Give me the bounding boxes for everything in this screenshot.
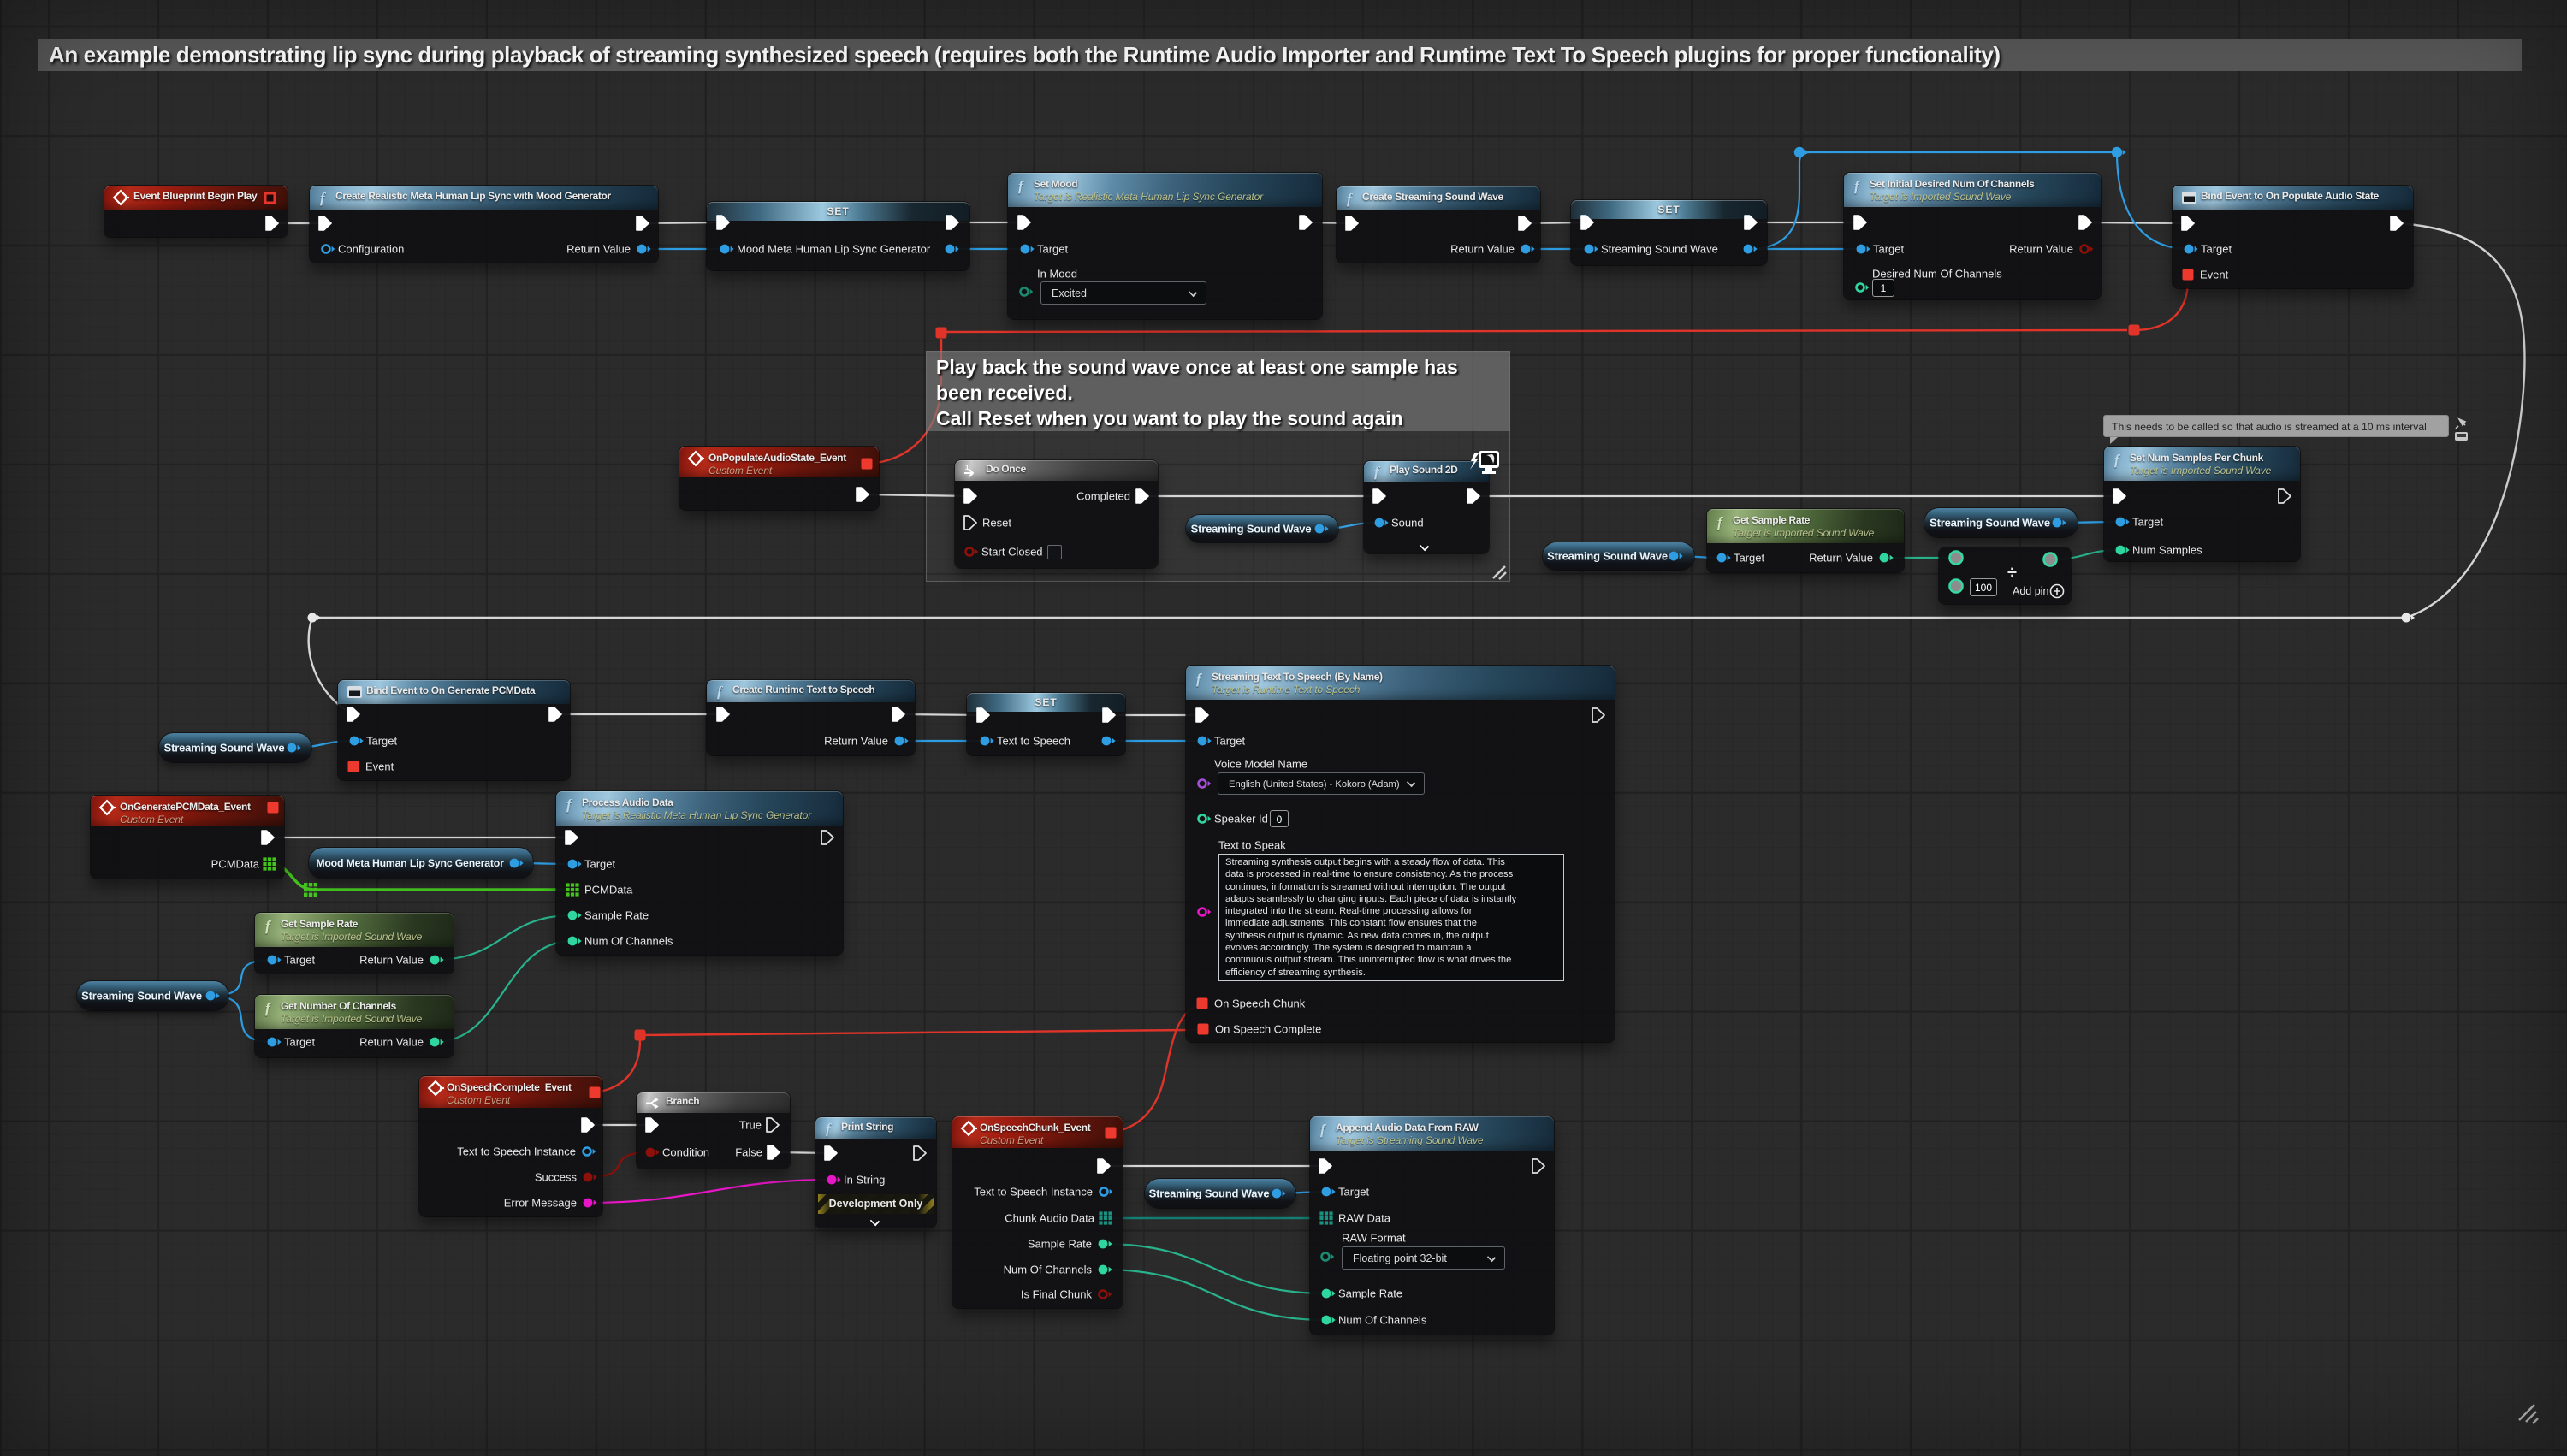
svg-text:1: 1 [965, 464, 969, 471]
